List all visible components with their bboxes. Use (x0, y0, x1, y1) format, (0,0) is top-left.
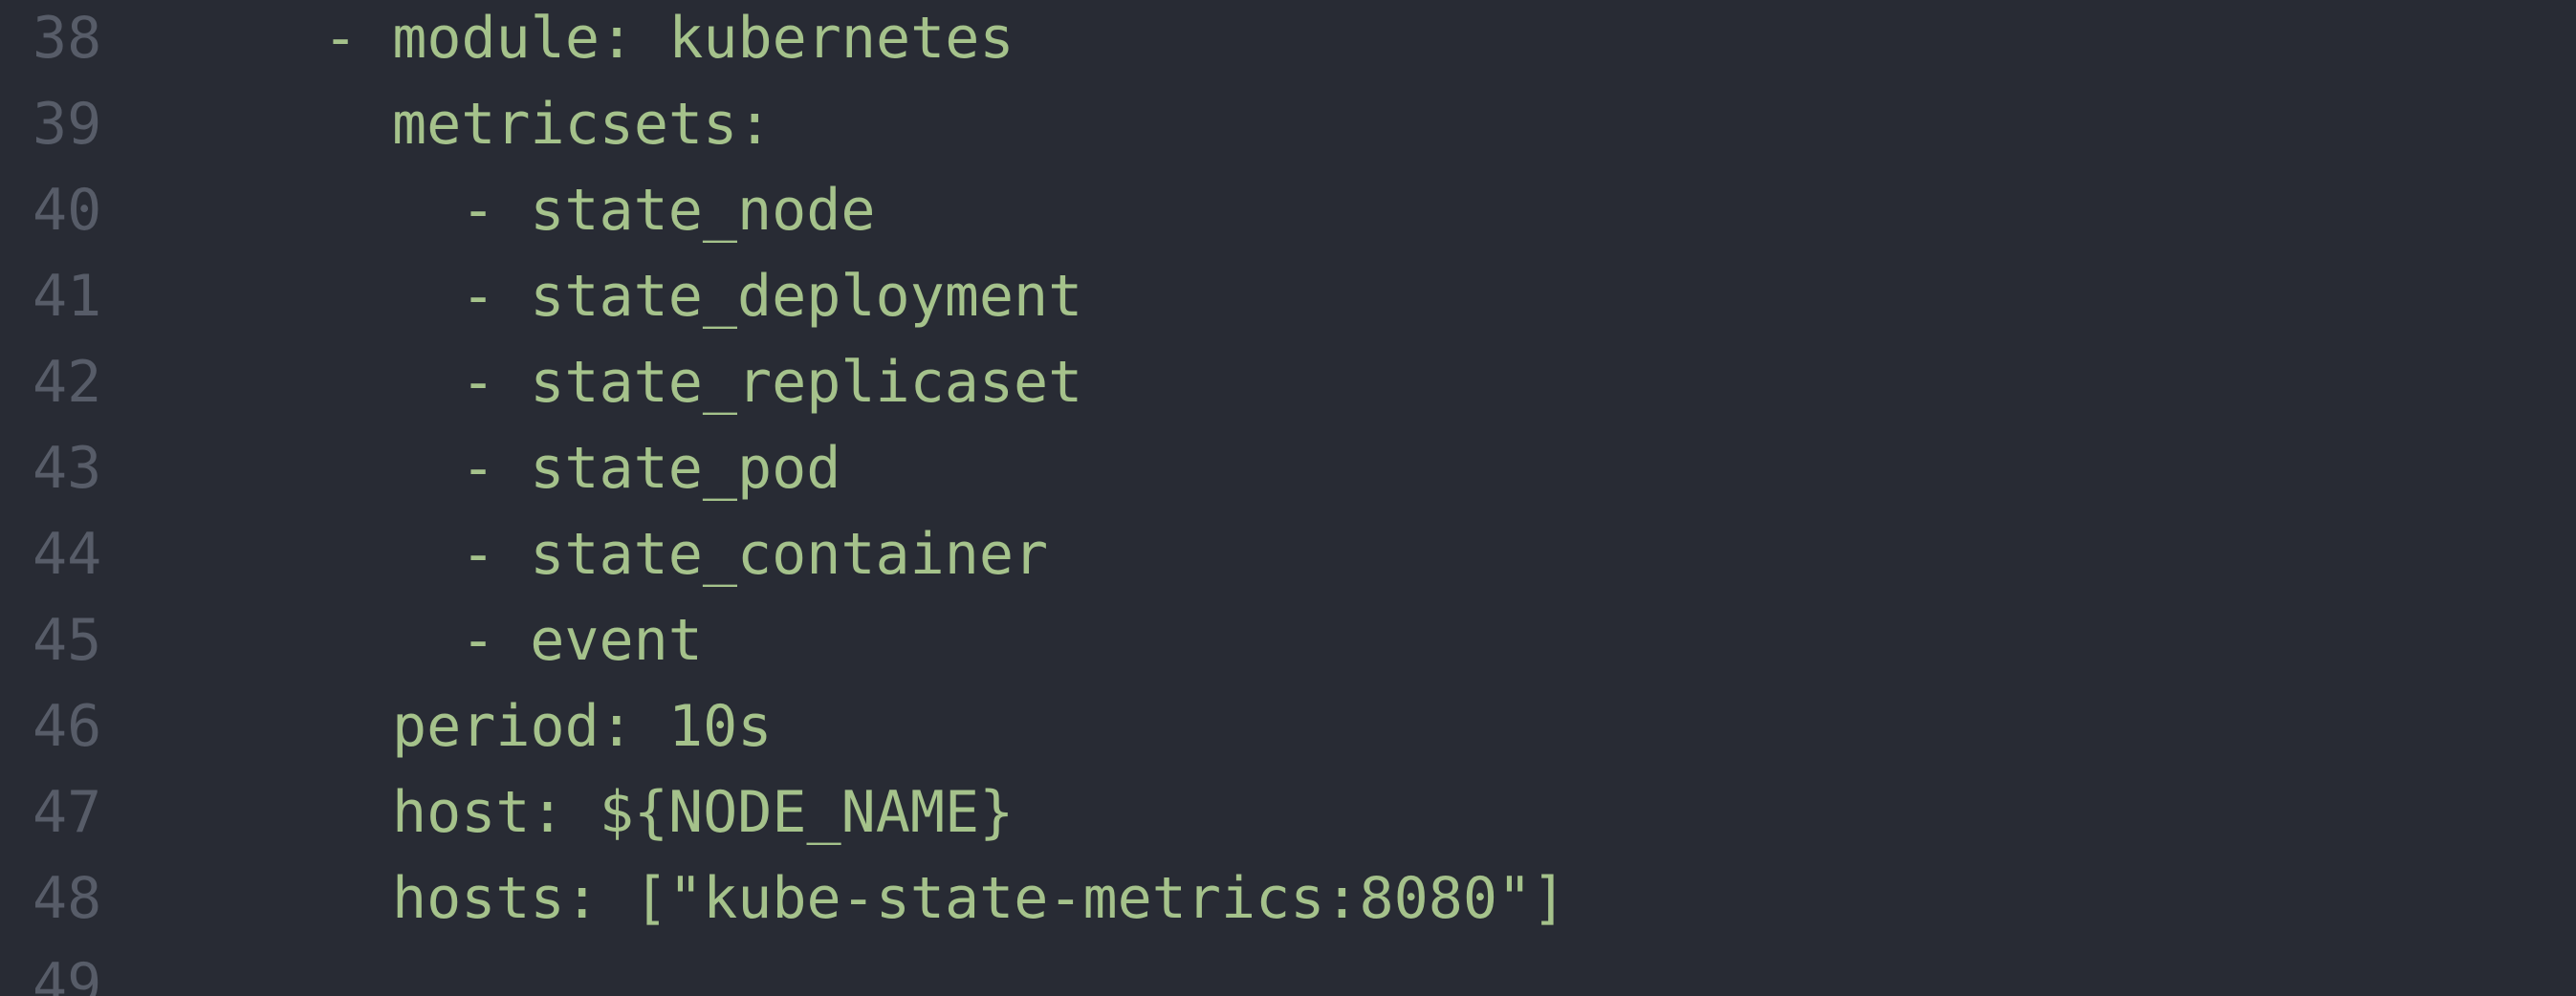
line-number: 39 (33, 91, 102, 158)
line-number: 49 (33, 951, 102, 996)
code-editor[interactable]: 38 - module: kubernetes 39 metricsets: 4… (0, 0, 2576, 996)
code-line[interactable]: 46 period: 10s (0, 683, 2576, 769)
code-text[interactable]: - state_container (461, 511, 1048, 597)
code-text[interactable]: - state_deployment (461, 253, 1082, 339)
code-text[interactable]: hosts: ["kube-state-metrics:8080"] (392, 855, 1566, 942)
line-number: 47 (33, 779, 102, 846)
code-line[interactable]: 41 - state_deployment (0, 253, 2576, 339)
code-text[interactable]: - module: kubernetes (323, 0, 1014, 81)
code-line[interactable]: 39 metricsets: (0, 81, 2576, 167)
code-line[interactable]: 48 hosts: ["kube-state-metrics:8080"] (0, 855, 2576, 942)
line-number: 46 (33, 693, 102, 760)
code-line[interactable]: 47 host: ${NODE_NAME} (0, 769, 2576, 855)
line-number: 38 (33, 5, 102, 72)
code-text[interactable]: host: ${NODE_NAME} (392, 769, 1014, 855)
line-number: 48 (33, 865, 102, 932)
code-text[interactable]: metricsets: (392, 81, 772, 167)
code-text[interactable]: period: 10s (392, 683, 772, 769)
line-number: 45 (33, 607, 102, 674)
code-line[interactable]: 40 - state_node (0, 167, 2576, 253)
line-number: 43 (33, 435, 102, 502)
code-text[interactable]: - event (461, 597, 703, 683)
line-number: 40 (33, 177, 102, 244)
code-line[interactable]: 43 - state_pod (0, 425, 2576, 511)
code-line[interactable]: 44 - state_container (0, 511, 2576, 597)
code-line[interactable]: 45 - event (0, 597, 2576, 683)
code-text[interactable]: - state_replicaset (461, 339, 1082, 425)
code-line[interactable]: 49 (0, 942, 2576, 996)
code-line[interactable]: 42 - state_replicaset (0, 339, 2576, 425)
code-text[interactable]: - state_pod (461, 425, 840, 511)
code-text[interactable]: - state_node (461, 167, 875, 253)
line-number: 42 (33, 349, 102, 416)
line-number: 41 (33, 263, 102, 330)
line-number: 44 (33, 521, 102, 588)
code-line[interactable]: 38 - module: kubernetes (0, 0, 2576, 81)
